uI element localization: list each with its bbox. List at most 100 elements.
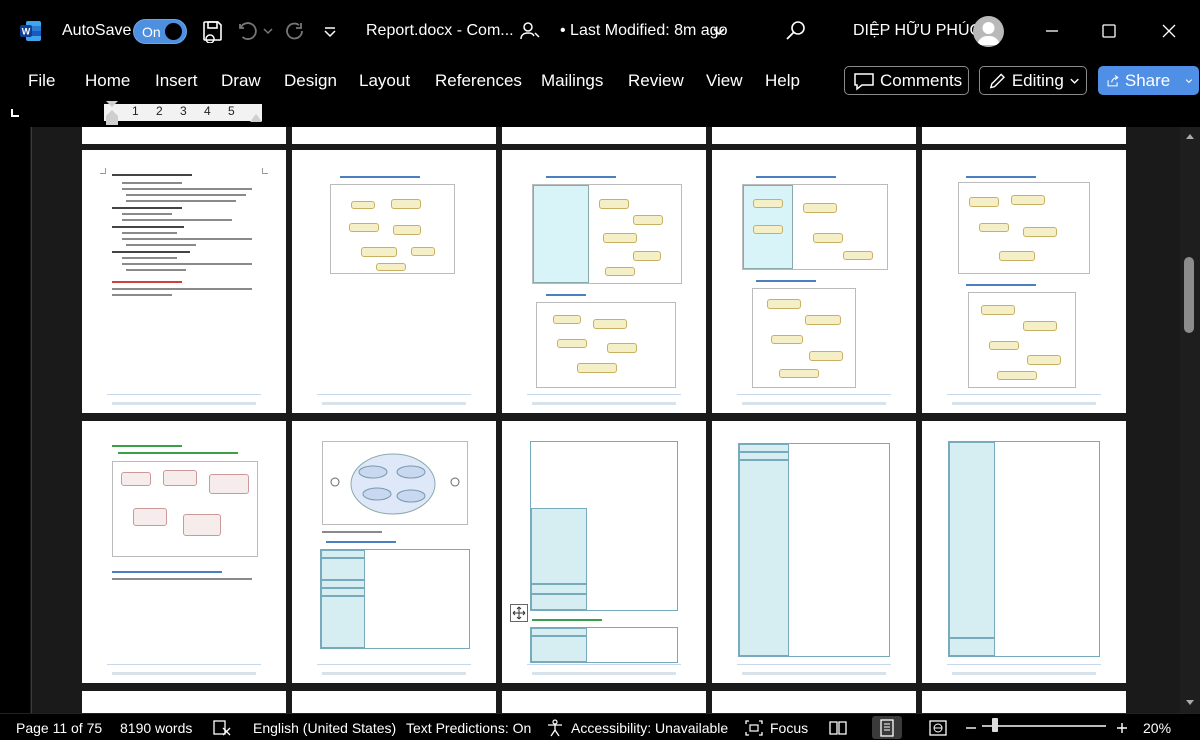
minimize-icon[interactable] — [1040, 19, 1064, 43]
title-chevron-down-icon[interactable] — [712, 19, 726, 43]
document-title[interactable]: Report.docx - Com... — [366, 0, 514, 62]
zoom-level[interactable]: 20% — [1143, 714, 1171, 740]
page-thumbnail[interactable] — [292, 127, 496, 144]
page-thumbnail[interactable] — [502, 150, 706, 413]
zoom-slider-thumb[interactable] — [992, 718, 998, 732]
maximize-icon[interactable] — [1097, 19, 1121, 43]
proofing-status[interactable] — [212, 714, 238, 740]
save-icon[interactable] — [201, 19, 225, 43]
page-thumbnail[interactable] — [922, 150, 1126, 413]
title-bar: W AutoSave On Report.docx - Com... • Las… — [0, 0, 1200, 62]
page-thumbnail[interactable] — [292, 691, 496, 713]
user-name[interactable]: DIỆP HỮU PHÚC — [853, 0, 981, 62]
editing-label: Editing — [1011, 70, 1064, 90]
tab-view[interactable]: View — [706, 62, 743, 100]
tab-file[interactable]: File — [28, 62, 55, 100]
share-icon — [1107, 74, 1119, 86]
document-canvas[interactable] — [30, 127, 1180, 713]
page-thumbnail[interactable] — [82, 691, 286, 713]
table-move-handle[interactable] — [510, 604, 528, 622]
svg-text:W: W — [22, 27, 31, 37]
page-thumbnail[interactable] — [82, 150, 286, 413]
search-icon[interactable] — [784, 19, 808, 43]
tab-insert[interactable]: Insert — [155, 62, 198, 100]
page-thumbnail[interactable] — [922, 127, 1126, 144]
share-people-icon[interactable] — [518, 19, 542, 43]
tab-design[interactable]: Design — [284, 62, 337, 100]
zoom-in-button[interactable] — [1116, 714, 1134, 740]
page-thumbnail[interactable] — [712, 421, 916, 683]
word-app-icon: W — [20, 21, 41, 41]
page-thumbnail[interactable] — [502, 421, 706, 683]
tab-stop-selector-icon[interactable] — [10, 108, 20, 118]
ruler-number: 1 — [132, 104, 139, 118]
comments-label: Comments — [880, 70, 963, 90]
autosave-toggle[interactable]: On — [133, 19, 187, 44]
language-status[interactable]: English (United States) — [253, 714, 396, 740]
undo-dropdown-icon[interactable] — [262, 19, 274, 43]
page-thumbnail[interactable] — [292, 421, 496, 683]
share-label: Share — [1124, 70, 1171, 90]
horizontal-ruler[interactable]: 1 2 3 4 5 — [104, 104, 262, 121]
web-layout-button[interactable] — [928, 714, 954, 740]
word-count[interactable]: 8190 words — [120, 714, 192, 740]
first-line-indent-marker[interactable] — [104, 100, 120, 127]
read-mode-icon — [829, 720, 847, 735]
tab-draw[interactable]: Draw — [221, 62, 261, 100]
zoom-slider[interactable] — [982, 725, 1106, 727]
proofing-icon — [213, 719, 231, 735]
margin-divider — [31, 127, 32, 713]
right-indent-marker[interactable] — [248, 110, 264, 124]
ruler-number: 5 — [228, 104, 235, 118]
page-thumbnail[interactable] — [82, 421, 286, 683]
accessibility-status[interactable]: Accessibility: Unavailable — [545, 714, 728, 740]
move-arrows-icon — [512, 606, 526, 620]
page-thumbnail[interactable] — [712, 127, 916, 144]
ruler-number: 4 — [204, 104, 211, 118]
page-thumbnail[interactable] — [292, 150, 496, 413]
page-thumbnail[interactable] — [502, 691, 706, 713]
autosave-label: AutoSave — [62, 22, 132, 39]
page-thumbnail[interactable] — [82, 127, 286, 144]
autosave-state: On — [142, 24, 161, 40]
zoom-out-button[interactable] — [965, 714, 983, 740]
comments-button[interactable]: Comments — [844, 66, 969, 95]
text-predictions-status[interactable]: Text Predictions: On — [406, 714, 531, 740]
pencil-icon — [989, 72, 1006, 89]
focus-label: Focus — [770, 719, 809, 736]
accessibility-label: Accessibility: Unavailable — [571, 719, 729, 736]
read-mode-button[interactable] — [828, 714, 854, 740]
print-layout-button[interactable] — [872, 716, 902, 739]
tab-layout[interactable]: Layout — [359, 62, 410, 100]
page-thumbnail[interactable] — [922, 421, 1126, 683]
page-thumbnail[interactable] — [712, 150, 916, 413]
tab-help[interactable]: Help — [765, 62, 800, 100]
redo-icon[interactable] — [283, 19, 307, 43]
page-count[interactable]: Page 11 of 75 — [16, 714, 102, 740]
scroll-up-icon[interactable] — [1184, 131, 1196, 141]
tab-review[interactable]: Review — [628, 62, 684, 100]
tab-references[interactable]: References — [435, 62, 522, 100]
editing-chevron-down-icon — [1070, 78, 1079, 84]
close-icon[interactable] — [1157, 19, 1181, 43]
page-thumbnail[interactable] — [712, 691, 916, 713]
page-thumbnail[interactable] — [922, 691, 1126, 713]
share-button[interactable]: Share — [1098, 66, 1199, 95]
editing-mode-button[interactable]: Editing — [979, 66, 1087, 95]
customize-toolbar-icon[interactable] — [322, 19, 338, 43]
zoom-out-icon — [966, 726, 976, 729]
page-thumbnail[interactable] — [502, 127, 706, 144]
last-modified[interactable]: • Last Modified: 8m ago — [560, 0, 727, 62]
undo-icon[interactable] — [236, 19, 260, 43]
share-chevron-down-icon — [1185, 78, 1193, 83]
accessibility-icon — [548, 718, 562, 736]
avatar[interactable] — [973, 16, 1004, 47]
use-case-diagram — [330, 453, 460, 515]
tab-mailings[interactable]: Mailings — [541, 62, 603, 100]
scrollbar-thumb[interactable] — [1184, 257, 1194, 333]
avatar-person-icon — [977, 22, 1000, 45]
tab-home[interactable]: Home — [85, 62, 130, 100]
focus-mode-button[interactable]: Focus — [744, 714, 808, 740]
scroll-down-icon[interactable] — [1184, 698, 1196, 708]
vertical-scrollbar[interactable] — [1180, 127, 1200, 713]
